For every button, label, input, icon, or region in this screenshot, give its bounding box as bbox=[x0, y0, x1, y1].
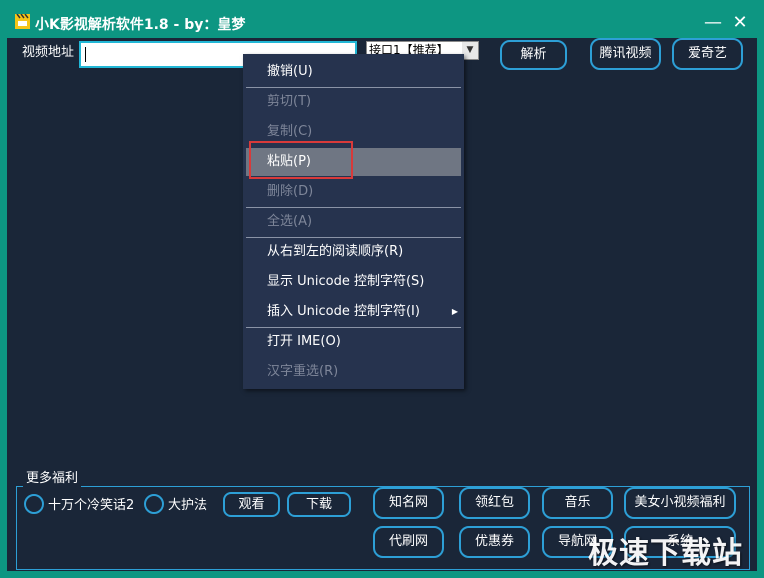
download-button[interactable]: 下载 bbox=[287, 492, 351, 517]
url-label: 视频地址 bbox=[22, 45, 75, 60]
clapperboard-icon bbox=[15, 14, 30, 29]
submenu-arrow-icon: ▶ bbox=[451, 307, 458, 316]
menu-separator bbox=[246, 237, 461, 238]
app-window: 小K影视解析软件1.8 - by：皇梦 — ✕ 视频地址 接口1【推荐】 ▼ 解… bbox=[0, 0, 764, 578]
text-caret bbox=[85, 47, 86, 62]
tencent-video-button[interactable]: 腾讯视频 bbox=[590, 38, 661, 70]
title-bar[interactable]: 小K影视解析软件1.8 - by：皇梦 — ✕ bbox=[0, 0, 764, 38]
radio-option-2-label: 大护法 bbox=[168, 498, 208, 513]
iqiyi-button[interactable]: 爱奇艺 bbox=[672, 38, 743, 70]
menu-item-delete[interactable]: 删除(D) bbox=[243, 179, 464, 205]
radio-option-2[interactable] bbox=[144, 494, 164, 514]
site-watermark: 极速下载站 bbox=[588, 536, 743, 571]
watch-button[interactable]: 观看 bbox=[223, 492, 280, 517]
link-button-short-video[interactable]: 美女小视频福利 bbox=[624, 487, 736, 519]
menu-item-open-ime[interactable]: 打开 IME(O) bbox=[243, 329, 464, 355]
close-button[interactable]: ✕ bbox=[729, 12, 751, 34]
radio-option-1-label: 十万个冷笑话2 bbox=[48, 498, 135, 513]
parse-button[interactable]: 解析 bbox=[500, 40, 567, 70]
menu-item-reconversion[interactable]: 汉字重选(R) bbox=[243, 359, 464, 385]
link-button-daishua[interactable]: 代刷网 bbox=[373, 526, 444, 558]
menu-item-cut[interactable]: 剪切(T) bbox=[243, 89, 464, 115]
menu-separator bbox=[246, 327, 461, 328]
menu-item-show-unicode[interactable]: 显示 Unicode 控制字符(S) bbox=[243, 269, 464, 295]
link-button-music[interactable]: 音乐 bbox=[542, 487, 613, 519]
link-button-zhimingwang[interactable]: 知名网 bbox=[373, 487, 444, 519]
menu-item-insert-unicode-label: 插入 Unicode 控制字符(I) bbox=[267, 304, 420, 319]
radio-option-1[interactable] bbox=[24, 494, 44, 514]
menu-item-undo[interactable]: 撤销(U) bbox=[243, 59, 464, 85]
menu-separator bbox=[246, 87, 461, 88]
context-menu: 撤销(U) 剪切(T) 复制(C) 粘贴(P) 删除(D) 全选(A) 从右到左… bbox=[243, 54, 464, 389]
link-button-coupon[interactable]: 优惠券 bbox=[459, 526, 530, 558]
menu-separator bbox=[246, 207, 461, 208]
highlight-annotation-box bbox=[249, 141, 353, 179]
menu-item-rtl-reading[interactable]: 从右到左的阅读顺序(R) bbox=[243, 239, 464, 265]
bonus-group-title: 更多福利 bbox=[23, 471, 82, 487]
window-title: 小K影视解析软件1.8 - by：皇梦 bbox=[35, 17, 246, 33]
menu-item-insert-unicode[interactable]: 插入 Unicode 控制字符(I) ▶ bbox=[243, 299, 464, 325]
link-button-red-packet[interactable]: 领红包 bbox=[459, 487, 530, 519]
minimize-button[interactable]: — bbox=[702, 12, 724, 34]
chevron-down-icon[interactable]: ▼ bbox=[462, 42, 478, 59]
menu-item-select-all[interactable]: 全选(A) bbox=[243, 209, 464, 235]
